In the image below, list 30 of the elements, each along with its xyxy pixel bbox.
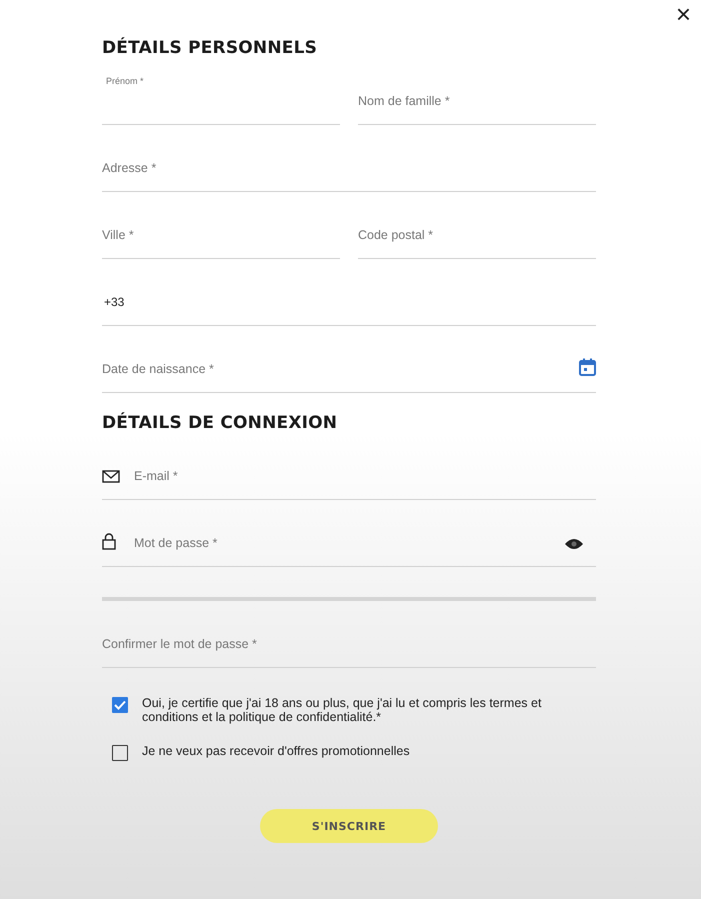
input-field[interactable]: Code postal * (358, 192, 596, 259)
input-field[interactable]: Mot de passe * (102, 500, 596, 567)
field-placeholder: Date de naissance * (102, 362, 214, 376)
field-placeholder: Mot de passe * (134, 536, 218, 550)
checkbox-label: Je ne veux pas recevoir d'offres promotionnelles (142, 744, 411, 758)
field-placeholder: E-mail * (134, 469, 178, 483)
field-value: +33 (103, 295, 124, 309)
input-field[interactable]: Date de naissance * (102, 326, 596, 393)
checkbox[interactable] (112, 697, 128, 713)
checkbox[interactable] (112, 745, 128, 761)
field-placeholder: Code postal * (358, 228, 434, 242)
input-field[interactable]: E-mail * (102, 433, 596, 500)
section-heading: DÉTAILS PERSONNELS (102, 38, 318, 58)
eye-icon[interactable] (564, 538, 584, 550)
close-button[interactable]: × (670, 2, 697, 26)
signup-button[interactable]: S'INSCRIRE (260, 809, 438, 843)
field-placeholder: Confirmer le mot de passe * (102, 637, 257, 651)
checkbox-label: Oui, je certifie que j'ai 18 ans ou plus, que j'ai lu et compris les termes et conditions et la politique de confidentialité.* (142, 696, 542, 724)
field-label: Prénom * (106, 76, 144, 86)
field-placeholder: Ville * (102, 228, 134, 242)
input-field[interactable]: Nom de famille * (358, 58, 596, 125)
input-field[interactable]: Ville * (102, 192, 340, 259)
input-field[interactable]: +33 (102, 259, 596, 326)
section-heading: DÉTAILS DE CONNEXION (102, 413, 338, 433)
input-field[interactable]: Adresse * (102, 125, 596, 192)
field-placeholder: Nom de famille * (358, 94, 450, 108)
input-field[interactable]: Prénom * (102, 58, 340, 125)
calendar-icon[interactable] (579, 358, 596, 376)
input-field[interactable]: Confirmer le mot de passe * (102, 601, 596, 668)
field-placeholder: Adresse * (102, 161, 156, 175)
